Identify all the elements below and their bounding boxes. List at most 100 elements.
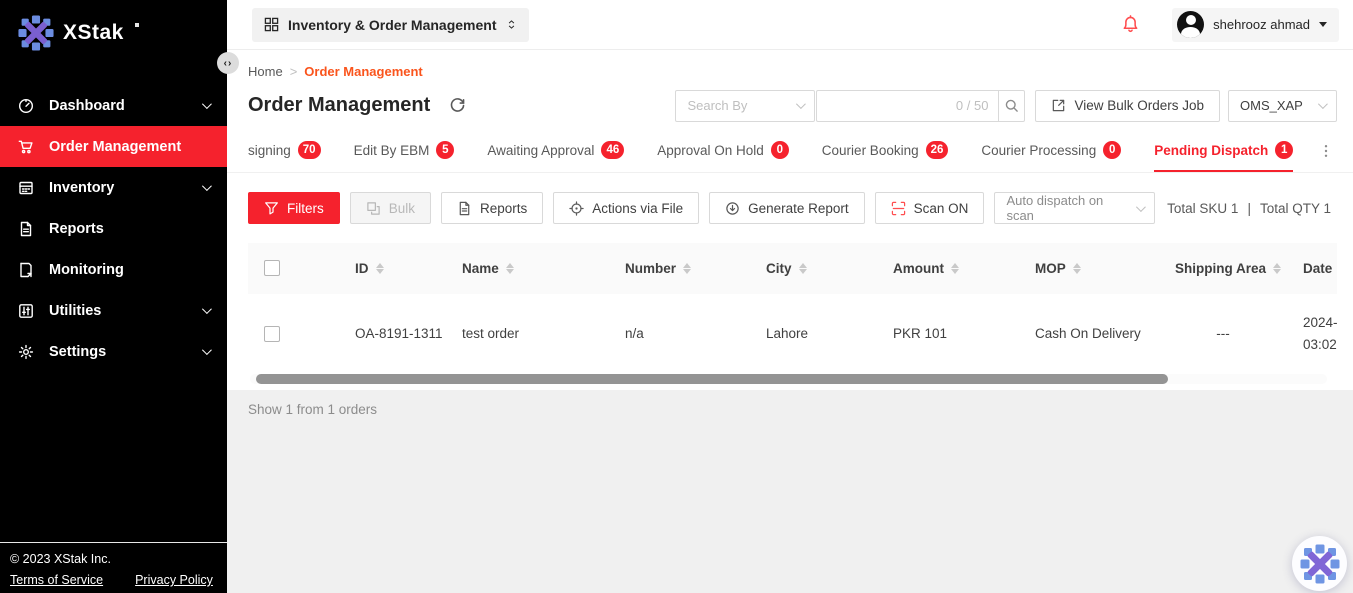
monitoring-icon: [18, 262, 34, 278]
breadcrumb-current[interactable]: Order Management: [304, 64, 422, 79]
bulk-button[interactable]: Bulk: [350, 192, 431, 224]
chat-widget-button[interactable]: [1292, 536, 1347, 591]
actions-via-file-label: Actions via File: [592, 201, 683, 216]
cell-city: Lahore: [750, 323, 877, 345]
xstak-flower-icon: [18, 15, 54, 51]
sidebar-item-reports[interactable]: Reports: [0, 208, 227, 249]
table-header-row: ID Name Number City Amount MOP Shipping …: [248, 243, 1337, 293]
sidebar-item-utilities[interactable]: Utilities: [0, 290, 227, 331]
search-by-select[interactable]: Search By: [675, 90, 815, 122]
cell-name: test order: [446, 323, 609, 345]
sidebar-item-monitoring[interactable]: Monitoring: [0, 249, 227, 290]
user-name: shehrooz ahmad: [1213, 17, 1310, 32]
tab-courier-booking[interactable]: Courier Booking26: [822, 141, 949, 172]
reports-button[interactable]: Reports: [441, 192, 543, 224]
tab-approval-on-hold[interactable]: Approval On Hold0: [657, 141, 789, 172]
filters-button[interactable]: Filters: [248, 192, 340, 224]
cell-date: 2024-0 03:02: [1287, 312, 1337, 356]
tab-badge: 70: [298, 141, 321, 159]
column-header-shipping-area[interactable]: Shipping Area: [1159, 261, 1287, 276]
utilities-icon: [18, 303, 34, 319]
more-tabs-button[interactable]: [1311, 144, 1341, 172]
sidebar-item-label: Monitoring: [49, 262, 209, 278]
totals-summary: Total SKU 1 | Total QTY 1: [1167, 201, 1337, 216]
page-title: Order Management: [248, 94, 430, 117]
column-header-id[interactable]: ID: [339, 261, 446, 276]
scrollbar-thumb[interactable]: [256, 374, 1168, 384]
chevron-down-icon: [1319, 22, 1327, 27]
status-tabs: signing70 Edit By EBM5 Awaiting Approval…: [227, 133, 1353, 173]
sort-icon[interactable]: [683, 263, 691, 274]
privacy-policy-link[interactable]: Privacy Policy: [135, 573, 213, 587]
sidebar-item-label: Utilities: [49, 303, 202, 319]
breadcrumb-home[interactable]: Home: [248, 64, 283, 79]
view-bulk-label: View Bulk Orders Job: [1074, 98, 1204, 113]
updown-caret-icon: [506, 18, 517, 31]
breadcrumb-separator: >: [290, 64, 298, 79]
sort-icon[interactable]: [799, 263, 807, 274]
bulk-icon: [366, 201, 381, 216]
refresh-icon[interactable]: [449, 97, 466, 114]
search-button[interactable]: [998, 90, 1025, 122]
generate-report-button[interactable]: Generate Report: [709, 192, 865, 224]
filter-icon: [264, 201, 279, 216]
sort-icon[interactable]: [951, 263, 959, 274]
chevron-down-icon: [202, 99, 212, 109]
tab-courier-processing[interactable]: Courier Processing0: [981, 141, 1121, 172]
tab-edit-by-ebm[interactable]: Edit By EBM5: [354, 141, 455, 172]
sidebar-item-order-management[interactable]: Order Management: [0, 126, 227, 167]
breadcrumb: Home > Order Management: [227, 50, 1353, 79]
sidebar-item-inventory[interactable]: Inventory: [0, 167, 227, 208]
column-header-name[interactable]: Name: [446, 261, 609, 276]
sidebar-collapse-button[interactable]: ‹›: [217, 52, 239, 74]
tab-badge: 46: [601, 141, 624, 159]
tab-awaiting-approval[interactable]: Awaiting Approval46: [487, 141, 624, 172]
row-checkbox[interactable]: [264, 326, 280, 342]
actions-toolbar: Filters Bulk Reports Actions via File Ge…: [248, 192, 1337, 224]
cell-amount: PKR 101: [877, 323, 1019, 345]
sort-icon[interactable]: [1073, 263, 1081, 274]
notifications-bell-icon[interactable]: [1121, 14, 1140, 36]
sidebar-item-dashboard[interactable]: Dashboard: [0, 85, 227, 126]
sort-icon[interactable]: [506, 263, 514, 274]
column-header-amount[interactable]: Amount: [877, 261, 1019, 276]
sidebar-item-settings[interactable]: Settings: [0, 331, 227, 372]
chevron-down-icon: [1136, 202, 1146, 212]
ellipsis-icon: [1319, 144, 1333, 158]
search-counter: 0 / 50: [956, 98, 989, 113]
search-group: 0 / 50: [816, 90, 1025, 122]
copyright: © 2023 XStak Inc.: [10, 552, 217, 566]
auto-dispatch-select[interactable]: Auto dispatch on scan: [994, 192, 1155, 224]
terms-of-service-link[interactable]: Terms of Service: [10, 573, 103, 587]
gear-icon: [18, 344, 34, 360]
column-header-number[interactable]: Number: [609, 261, 750, 276]
column-header-city[interactable]: City: [750, 261, 877, 276]
content-panel: Home > Order Management Order Management…: [227, 50, 1353, 390]
column-header-mop[interactable]: MOP: [1019, 261, 1159, 276]
sidebar-item-label: Inventory: [49, 180, 202, 196]
topbar: Inventory & Order Management shehrooz ah…: [227, 0, 1353, 50]
horizontal-scrollbar[interactable]: [250, 374, 1327, 384]
scan-on-button[interactable]: Scan ON: [875, 192, 985, 224]
column-header-date[interactable]: Date: [1287, 261, 1337, 276]
user-menu[interactable]: shehrooz ahmad: [1172, 8, 1339, 42]
app-switcher[interactable]: Inventory & Order Management: [252, 8, 529, 42]
actions-via-file-button[interactable]: Actions via File: [553, 192, 699, 224]
select-all-checkbox[interactable]: [264, 260, 280, 276]
cell-mop: Cash On Delivery: [1019, 323, 1159, 345]
tab-signing[interactable]: signing70: [248, 141, 321, 172]
sort-icon[interactable]: [1273, 263, 1281, 274]
view-bulk-orders-job-button[interactable]: View Bulk Orders Job: [1035, 90, 1220, 122]
sort-icon[interactable]: [376, 263, 384, 274]
chevron-down-icon: [1318, 99, 1328, 109]
app-switcher-label: Inventory & Order Management: [288, 17, 497, 33]
chevron-down-icon: [796, 99, 806, 109]
avatar: [1177, 11, 1204, 38]
results-summary: Show 1 from 1 orders: [227, 390, 1353, 417]
oms-select[interactable]: OMS_XAP: [1228, 90, 1337, 122]
chevron-down-icon: [202, 181, 212, 191]
oms-select-value: OMS_XAP: [1240, 98, 1308, 113]
download-circle-icon: [725, 201, 740, 216]
search-input[interactable]: [827, 98, 955, 113]
tab-pending-dispatch[interactable]: Pending Dispatch1: [1154, 141, 1293, 172]
